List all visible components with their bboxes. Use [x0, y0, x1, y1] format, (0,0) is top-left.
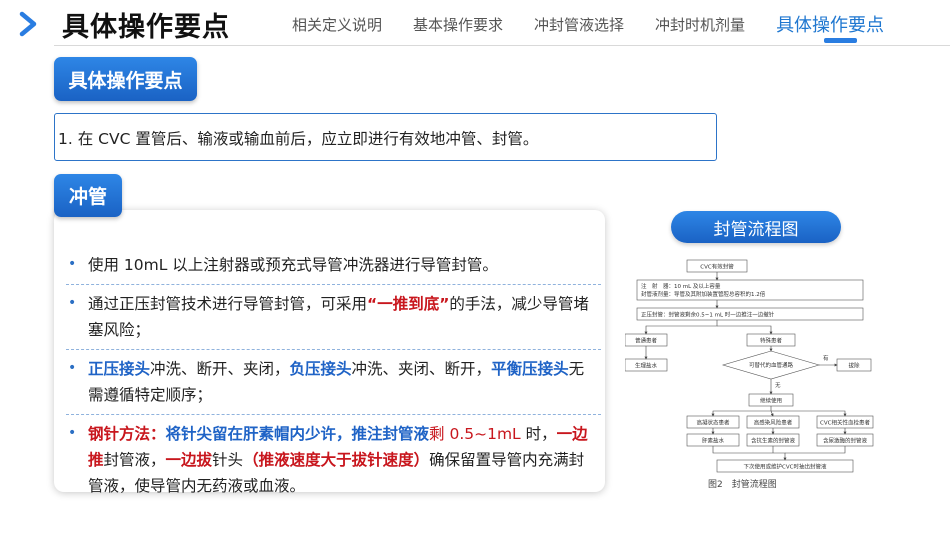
emphasis-steel-needle-method: 钢针方法：	[88, 425, 166, 443]
fc-text-saline: 生理盐水	[635, 362, 658, 370]
flush-bullet-list: 使用 10mL 以上注射器或预充式导管冲洗器进行导管封管。 通过正压封管技术进行…	[66, 246, 601, 505]
fc-text-no: 无	[775, 382, 781, 389]
emphasis-positive-connector: 正压接头	[88, 360, 151, 378]
fc-text-question: 可替代的血管通路	[749, 361, 794, 369]
fc-text-s2: 含抗生素的封管液	[751, 437, 796, 445]
bullet-connector-types: 正压接头冲洗、断开、夹闭，负压接头冲洗、夹闭、断开，平衡压接头无需遵循特定顺序；	[66, 350, 601, 415]
fc-text-normal: 普通患者	[635, 337, 658, 345]
connector-text-2: 冲洗、夹闭、断开，	[351, 360, 492, 378]
flush-card: 使用 10mL 以上注射器或预充式导管冲洗器进行导管封管。 通过正压封管技术进行…	[54, 210, 605, 495]
fc-text-special: 特殊患者	[760, 337, 783, 345]
tab-solution-selection[interactable]: 冲封管液选择	[534, 14, 624, 42]
connector-text-1: 冲洗、断开、夹闭，	[150, 360, 290, 378]
active-tab-indicator	[824, 38, 857, 43]
tab-basic-requirements[interactable]: 基本操作要求	[413, 14, 503, 42]
section-badge-operation-points: 具体操作要点	[54, 57, 197, 101]
bullet-positive-pressure-text: 通过正压封管技术进行导管封管，可采用	[88, 295, 368, 313]
fc-text-g2: 高感染风险患者	[754, 419, 793, 427]
bullet-syringe: 使用 10mL 以上注射器或预充式导管冲洗器进行导管封管。	[66, 246, 601, 285]
emphasis-pull-while: 一边拔	[165, 451, 213, 469]
bullet-steel-needle: 钢针方法：将针尖留在肝素帽内少许，推注封管液剩 0.5~1mL 时，一边推封管液…	[66, 415, 601, 505]
section-badge-flush: 冲管	[54, 174, 122, 217]
flowchart-caption: 图2 封管流程图	[708, 480, 777, 490]
bullet-positive-pressure: 通过正压封管技术进行导管封管，可采用“一推到底”的手法，减少导管堵塞风险；	[66, 285, 601, 350]
fc-text-s3: 含尿激酶的封管液	[823, 437, 868, 445]
fc-text-g1: 高凝状态患者	[696, 419, 730, 427]
emphasis-balanced-connector: 平衡压接头	[491, 360, 569, 378]
tab-timing-dosage[interactable]: 冲封时机剂量	[655, 14, 745, 42]
header-divider	[54, 45, 950, 46]
bullet-syringe-text: 使用 10mL 以上注射器或预充式导管冲洗器进行导管封管。	[88, 256, 498, 274]
fc-text-positive-pressure: 正压封管：封管液剩余0.5~1 mL 时一边推注一边撤针	[641, 311, 775, 319]
emphasis-push-to-end: “一推到底”	[367, 295, 450, 313]
needle-text-3: 针头	[212, 451, 244, 469]
flowchart-diagram: CVC有效封管 注 射 器：10 mL 及以上容量 封管液剂量：导管及其附加装置…	[625, 259, 874, 473]
needle-text-1: 时，	[520, 425, 557, 443]
point-1-box: 1. 在 CVC 置管后、输液或输血前后，应立即进行有效地冲管、封管。	[54, 113, 717, 161]
fc-text-keep: 继续使用	[760, 397, 782, 405]
emphasis-needle-tip: 将针尖留在肝素帽内少许，推注封管液	[165, 425, 430, 443]
fc-text-remove: 拔除	[848, 362, 860, 370]
flowchart-title: 封管流程图	[671, 211, 841, 243]
emphasis-remaining-volume: 剩 0.5~1mL	[429, 425, 521, 443]
page-title: 具体操作要点	[62, 12, 230, 43]
fc-text-yes: 有	[823, 354, 829, 362]
needle-text-2: 封管液，	[103, 451, 166, 469]
emphasis-negative-connector: 负压接头	[289, 360, 352, 378]
emphasis-speed-note: （推液速度大于拔针速度）	[243, 451, 430, 469]
fc-text-g3: CVC相关性血栓患者	[820, 419, 870, 427]
fc-text-start: CVC有效封管	[700, 263, 734, 271]
tab-definitions[interactable]: 相关定义说明	[292, 14, 382, 42]
fc-text-end: 下次使用或维护CVC时抽出封管液	[744, 463, 827, 471]
nav-tabs: 相关定义说明 基本操作要求 冲封管液选择 冲封时机剂量 具体操作要点	[292, 14, 884, 42]
fc-text-s1: 肝素盐水	[702, 437, 725, 445]
chevron-right-icon	[19, 11, 37, 37]
fc-text-info1: 注 射 器：10 mL 及以上容量	[641, 282, 721, 290]
fc-text-info2: 封管液剂量：导管及其附加装置管腔总容积的1.2倍	[641, 290, 766, 298]
